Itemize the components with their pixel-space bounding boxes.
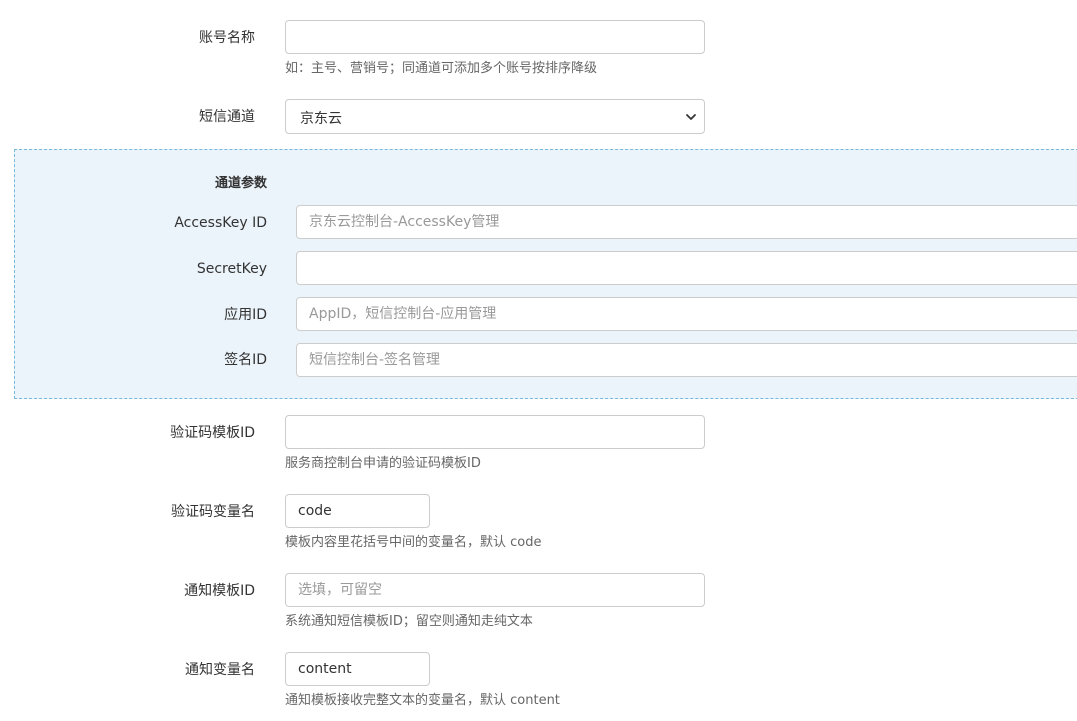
chevron-down-icon	[686, 114, 696, 120]
sign-id-label: 签名ID	[224, 352, 267, 368]
account-name-help: 如：主号、营销号；同通道可添加多个账号按排序降级	[285, 61, 598, 76]
verify-var-help: 模板内容里花括号中间的变量名，默认 code	[285, 535, 542, 550]
channel-label: 短信通道	[199, 109, 255, 125]
notify-template-help: 系统通知短信模板ID；留空则通知走纯文本	[285, 614, 533, 629]
sign-id-input[interactable]	[296, 343, 1077, 377]
app-id-label: 应用ID	[224, 307, 267, 323]
verify-var-label: 验证码变量名	[171, 504, 255, 520]
verify-var-input[interactable]	[285, 494, 430, 528]
secret-key-label: SecretKey	[196, 261, 267, 277]
verify-template-label: 验证码模板ID	[170, 425, 255, 441]
verify-template-input[interactable]	[285, 415, 705, 449]
channel-select[interactable]: 京东云	[285, 99, 705, 134]
access-key-label: AccessKey ID	[174, 215, 267, 231]
notify-var-input[interactable]	[285, 652, 430, 686]
channel-params-panel: 通道参数 AccessKey ID SecretKey 应用ID 签名ID	[14, 149, 1077, 399]
notify-template-label: 通知模板ID	[184, 583, 255, 599]
channel-selected-value: 京东云	[300, 111, 342, 127]
secret-key-input[interactable]	[296, 251, 1077, 285]
app-id-input[interactable]	[296, 297, 1077, 331]
verify-template-help: 服务商控制台申请的验证码模板ID	[285, 456, 481, 471]
account-name-label: 账号名称	[199, 30, 255, 46]
params-title: 通道参数	[214, 176, 267, 191]
notify-template-input[interactable]	[285, 573, 705, 607]
account-name-input[interactable]	[285, 20, 705, 54]
access-key-input[interactable]	[296, 205, 1077, 239]
notify-var-label: 通知变量名	[185, 662, 255, 678]
notify-var-help: 通知模板接收完整文本的变量名，默认 content	[285, 693, 560, 708]
